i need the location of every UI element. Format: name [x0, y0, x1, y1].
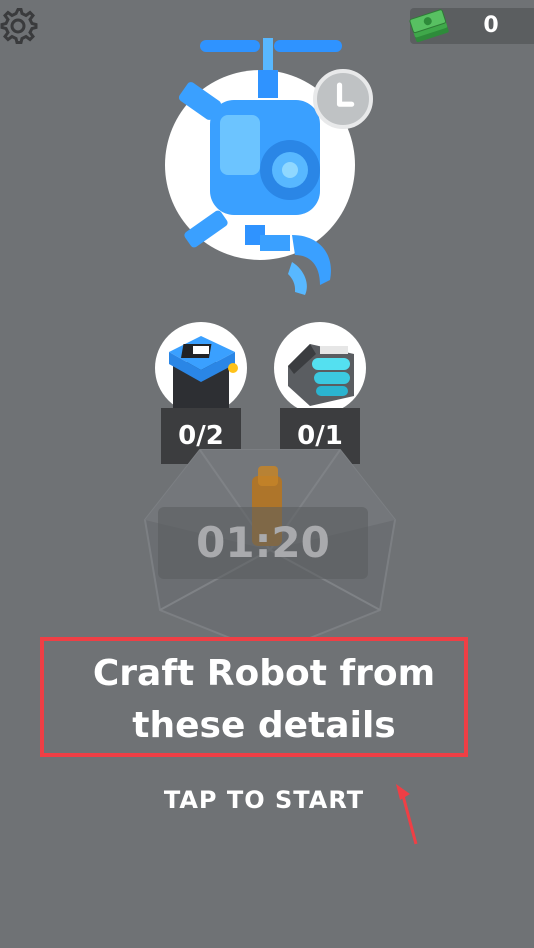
gear-icon[interactable] — [0, 6, 40, 46]
drone-robot-icon — [178, 38, 342, 295]
instruction-message: Craft Robot from these details — [44, 648, 484, 752]
craft-timer: 01:20 — [158, 507, 368, 579]
message-line-1: Craft Robot from — [92, 653, 436, 694]
message-line-2: these details — [132, 705, 396, 746]
cash-stack-icon — [409, 9, 449, 43]
battery-part-icon — [288, 344, 354, 406]
money-count: 0 — [483, 13, 499, 38]
robot-head-part-icon — [169, 336, 238, 408]
tap-to-start-button[interactable]: TAP TO START — [0, 786, 528, 814]
pointer-arrow-icon — [396, 784, 418, 845]
clock-icon — [313, 69, 373, 129]
